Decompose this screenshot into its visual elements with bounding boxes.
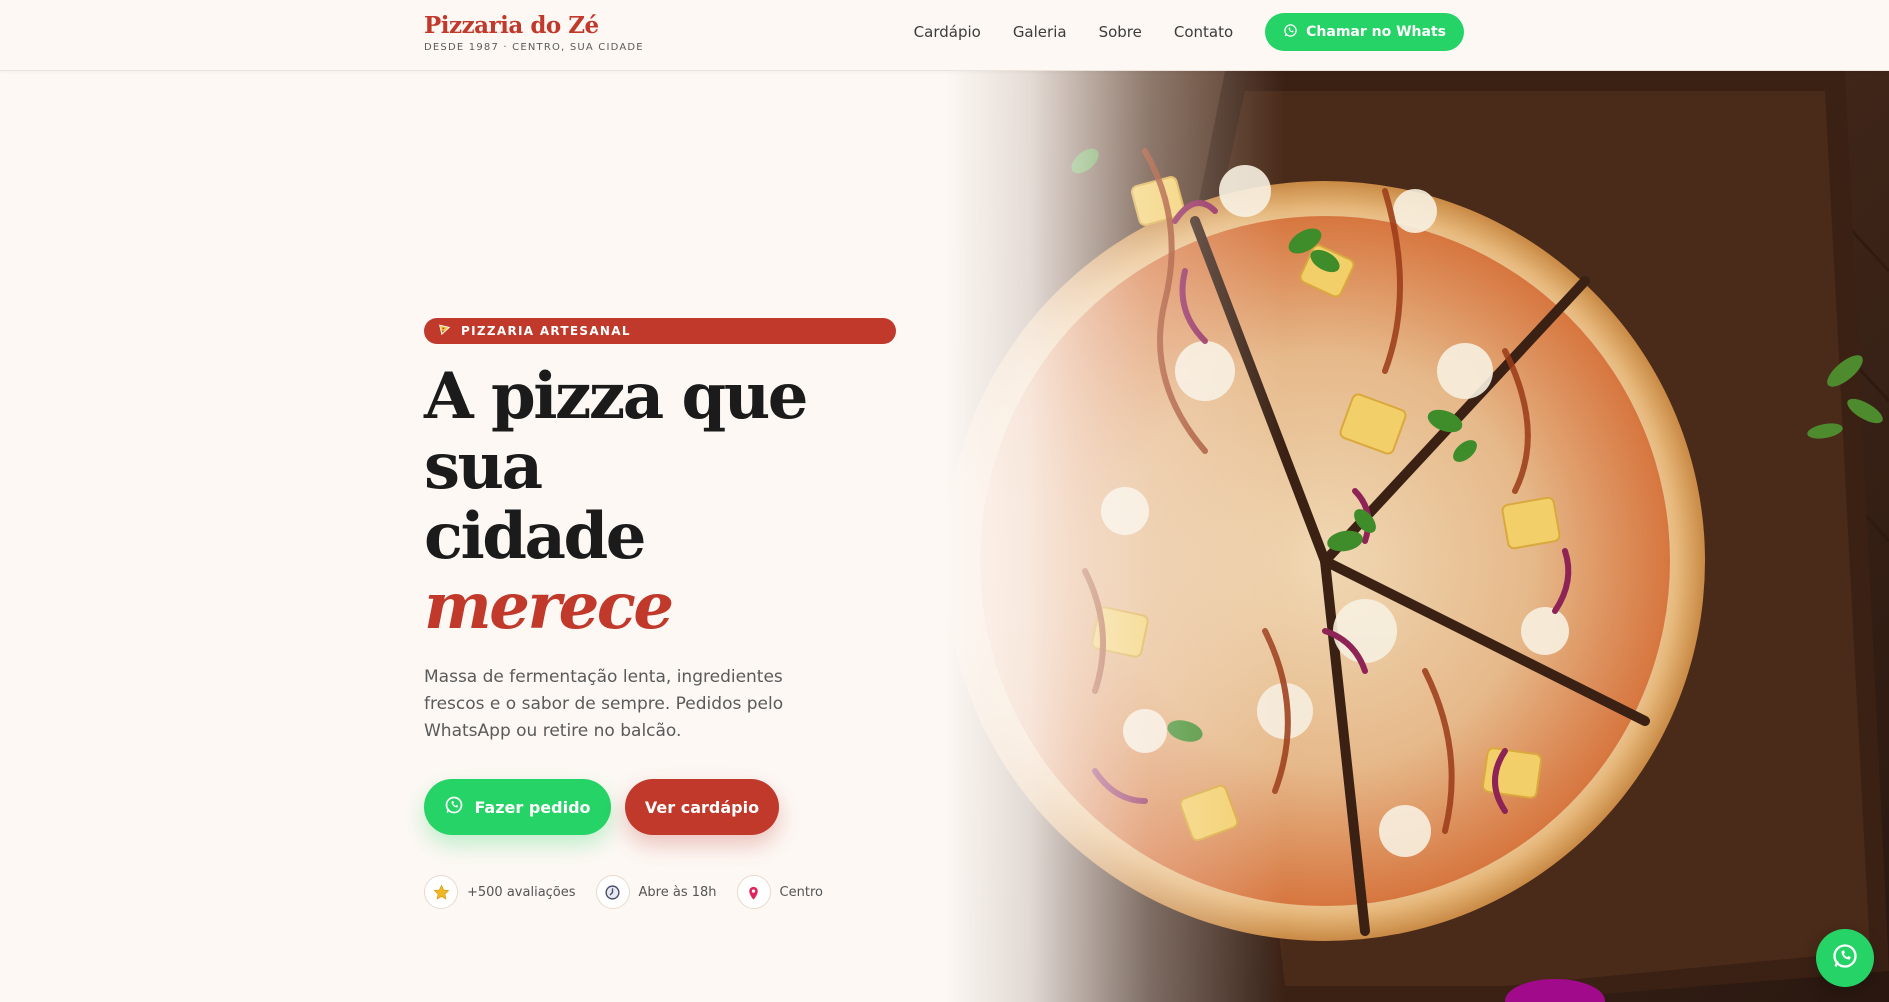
brand-name[interactable]: Pizzaria do Zé — [424, 12, 644, 39]
hero-section: PIZZARIA ARTESANAL A pizza que sua cidad… — [424, 318, 904, 909]
stat-reviews-label: +500 avaliações — [467, 884, 576, 900]
hero-badge-label: PIZZARIA ARTESANAL — [461, 324, 631, 338]
whatsapp-icon — [1283, 23, 1298, 42]
view-menu-button[interactable]: Ver cardápio — [625, 779, 779, 835]
nav-link-sobre[interactable]: Sobre — [1099, 13, 1142, 51]
site-header: Pizzaria do Zé DESDE 1987 · CENTRO, SUA … — [0, 0, 1889, 71]
hero-badge: PIZZARIA ARTESANAL — [424, 318, 896, 344]
whatsapp-floating-button[interactable] — [1816, 929, 1874, 987]
hero-headline-line2: cidade — [424, 499, 646, 574]
hero-image-fade — [945, 71, 1285, 1002]
order-button[interactable]: Fazer pedido — [424, 779, 611, 835]
nav-link-contato[interactable]: Contato — [1174, 13, 1233, 51]
nav-link-cardapio[interactable]: Cardápio — [914, 13, 981, 51]
hero-stats: +500 avaliações Abre às 18h Centro — [424, 875, 904, 909]
hero-headline-accent: merece — [424, 569, 674, 644]
hero-ctas: Fazer pedido Ver cardápio — [424, 779, 904, 835]
stat-hours: Abre às 18h — [595, 875, 717, 909]
stat-reviews: +500 avaliações — [424, 875, 576, 909]
view-menu-label: Ver cardápio — [644, 797, 760, 817]
clock-icon — [595, 875, 630, 909]
stat-hours-label: Abre às 18h — [638, 884, 717, 900]
whatsapp-icon — [1831, 942, 1859, 974]
brand[interactable]: Pizzaria do Zé DESDE 1987 · CENTRO, SUA … — [424, 12, 644, 53]
nav-link-galeria[interactable]: Galeria — [1013, 13, 1067, 51]
pizza-slice-icon — [438, 323, 451, 339]
star-icon — [424, 875, 458, 909]
whatsapp-icon — [444, 795, 464, 819]
location-pin-icon — [736, 875, 771, 909]
hero-lead: Massa de fermentação lenta, ingredientes… — [424, 667, 784, 741]
hero-headline-line1: A pizza que sua — [424, 359, 808, 504]
main-nav: Cardápio Galeria Sobre Contato Chamar no… — [914, 13, 1464, 51]
order-button-label: Fazer pedido — [474, 797, 591, 817]
stat-location: Centro — [736, 875, 823, 909]
hero-headline: A pizza que sua cidade merece — [424, 362, 904, 642]
brand-tagline: DESDE 1987 · CENTRO, SUA CIDADE — [424, 42, 644, 53]
whatsapp-header-label: Chamar no Whats — [1306, 24, 1446, 40]
stat-location-label: Centro — [779, 884, 823, 900]
whatsapp-header-button[interactable]: Chamar no Whats — [1265, 13, 1464, 51]
